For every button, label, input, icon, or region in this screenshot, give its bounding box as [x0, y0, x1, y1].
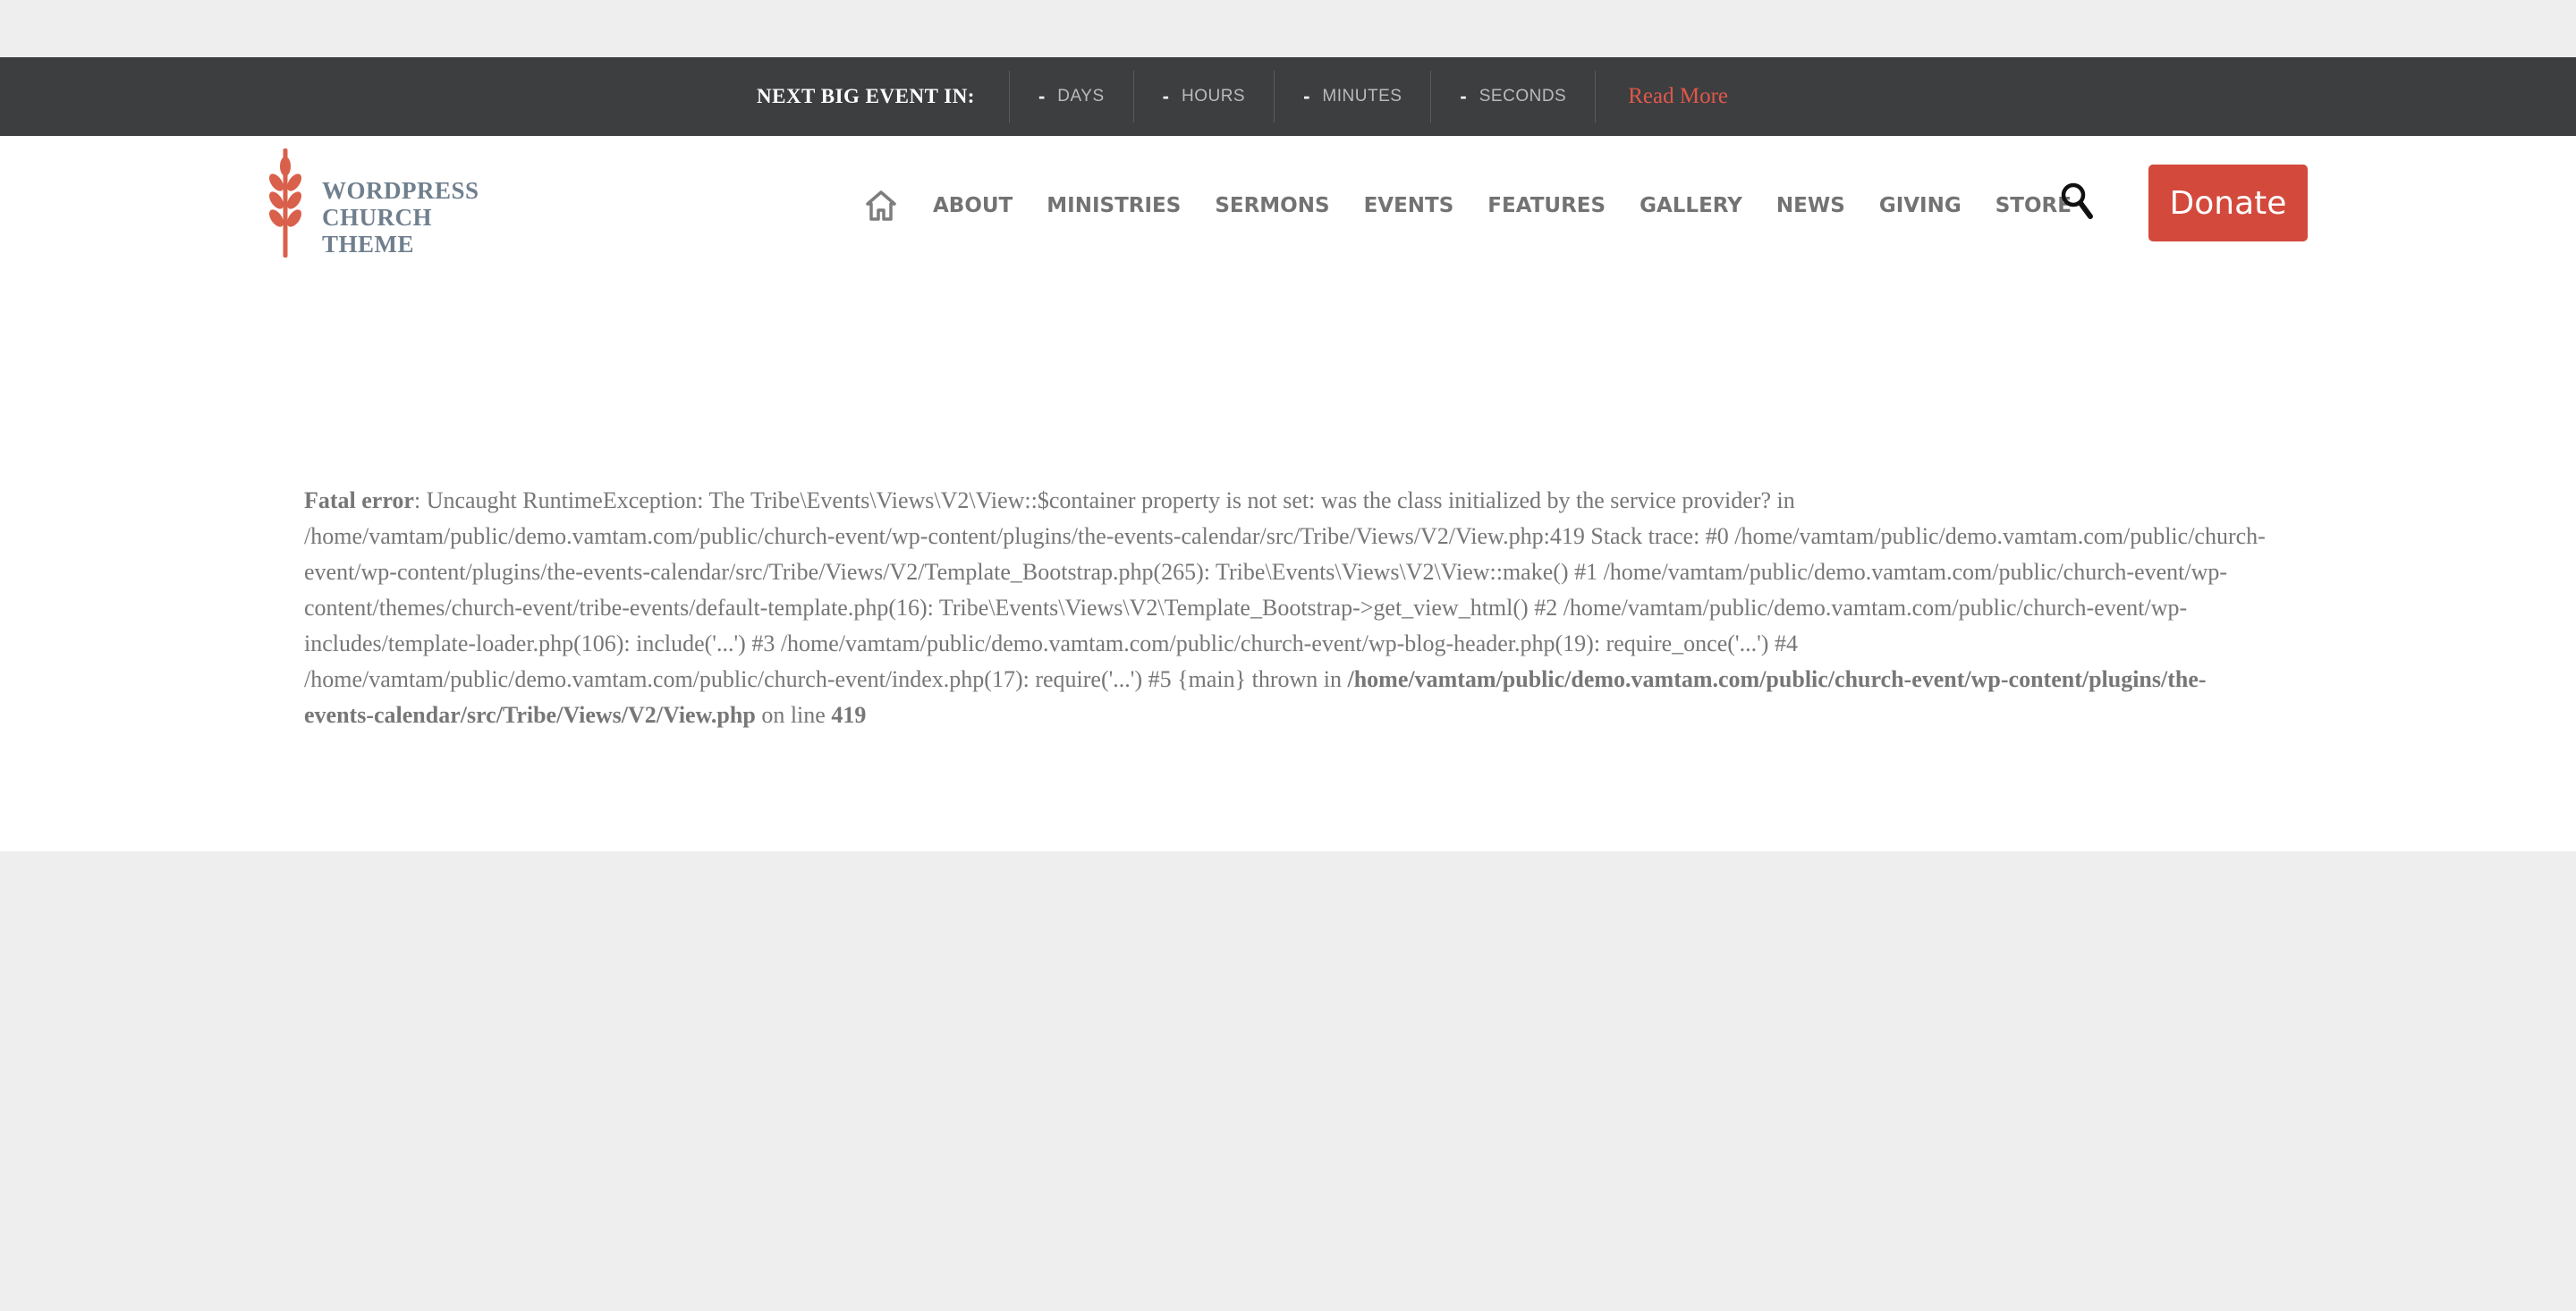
home-icon[interactable]	[864, 189, 898, 223]
error-label: Fatal error	[304, 487, 414, 513]
countdown-bar-inner: NEXT BIG EVENT IN: - DAYS - HOURS - MINU…	[757, 57, 1728, 136]
donate-button[interactable]: Donate	[2148, 165, 2308, 241]
countdown-bar: NEXT BIG EVENT IN: - DAYS - HOURS - MINU…	[0, 57, 2576, 136]
logo-line-2: CHURCH	[322, 204, 432, 231]
countdown-hours-unit: HOURS	[1181, 87, 1246, 106]
nav-item-events[interactable]: EVENTS	[1364, 194, 1454, 217]
read-more-link[interactable]: Read More	[1595, 71, 1728, 123]
countdown-minutes-unit: MINUTES	[1322, 87, 1402, 106]
nav-item-ministries[interactable]: MINISTRIES	[1046, 194, 1181, 217]
wheat-icon	[269, 148, 301, 258]
nav-item-features[interactable]: FEATURES	[1487, 194, 1606, 217]
nav-item-about[interactable]: ABOUT	[933, 194, 1013, 217]
logo-line-1: WORDPRESS	[322, 177, 479, 204]
search-icon[interactable]	[2059, 181, 2095, 220]
error-text: : Uncaught RuntimeException: The Tribe\E…	[304, 487, 2266, 692]
site-logo[interactable]: WORDPRESS CHURCH THEME	[267, 148, 479, 258]
countdown-hours-value: -	[1162, 85, 1169, 107]
main-content-area: WORDPRESS CHURCH THEME ABOUT MINISTRIES …	[0, 136, 2576, 851]
countdown-seconds-unit: SECONDS	[1479, 87, 1567, 106]
error-line-number: 419	[831, 702, 867, 728]
fatal-error-message: Fatal error: Uncaught RuntimeException: …	[304, 483, 2272, 733]
main-nav: ABOUT MINISTRIES SERMONS EVENTS FEATURES…	[864, 186, 2089, 225]
nav-item-gallery[interactable]: GALLERY	[1640, 194, 1742, 217]
nav-item-sermons[interactable]: SERMONS	[1215, 194, 1329, 217]
countdown-minutes: - MINUTES	[1274, 71, 1430, 123]
countdown-days: - DAYS	[1008, 71, 1133, 123]
countdown-minutes-value: -	[1303, 85, 1310, 107]
countdown-days-unit: DAYS	[1057, 87, 1105, 106]
error-on-line: on line	[755, 702, 832, 728]
next-event-label: NEXT BIG EVENT IN:	[757, 85, 975, 107]
logo-text: WORDPRESS CHURCH THEME	[322, 177, 479, 258]
countdown-days-value: -	[1038, 85, 1046, 107]
logo-line-3: THEME	[322, 231, 415, 258]
nav-item-giving[interactable]: GIVING	[1879, 194, 1962, 217]
countdown-seconds-value: -	[1460, 85, 1467, 107]
nav-item-news[interactable]: NEWS	[1776, 194, 1845, 217]
countdown-hours: - HOURS	[1132, 71, 1274, 123]
countdown-seconds: - SECONDS	[1430, 71, 1595, 123]
